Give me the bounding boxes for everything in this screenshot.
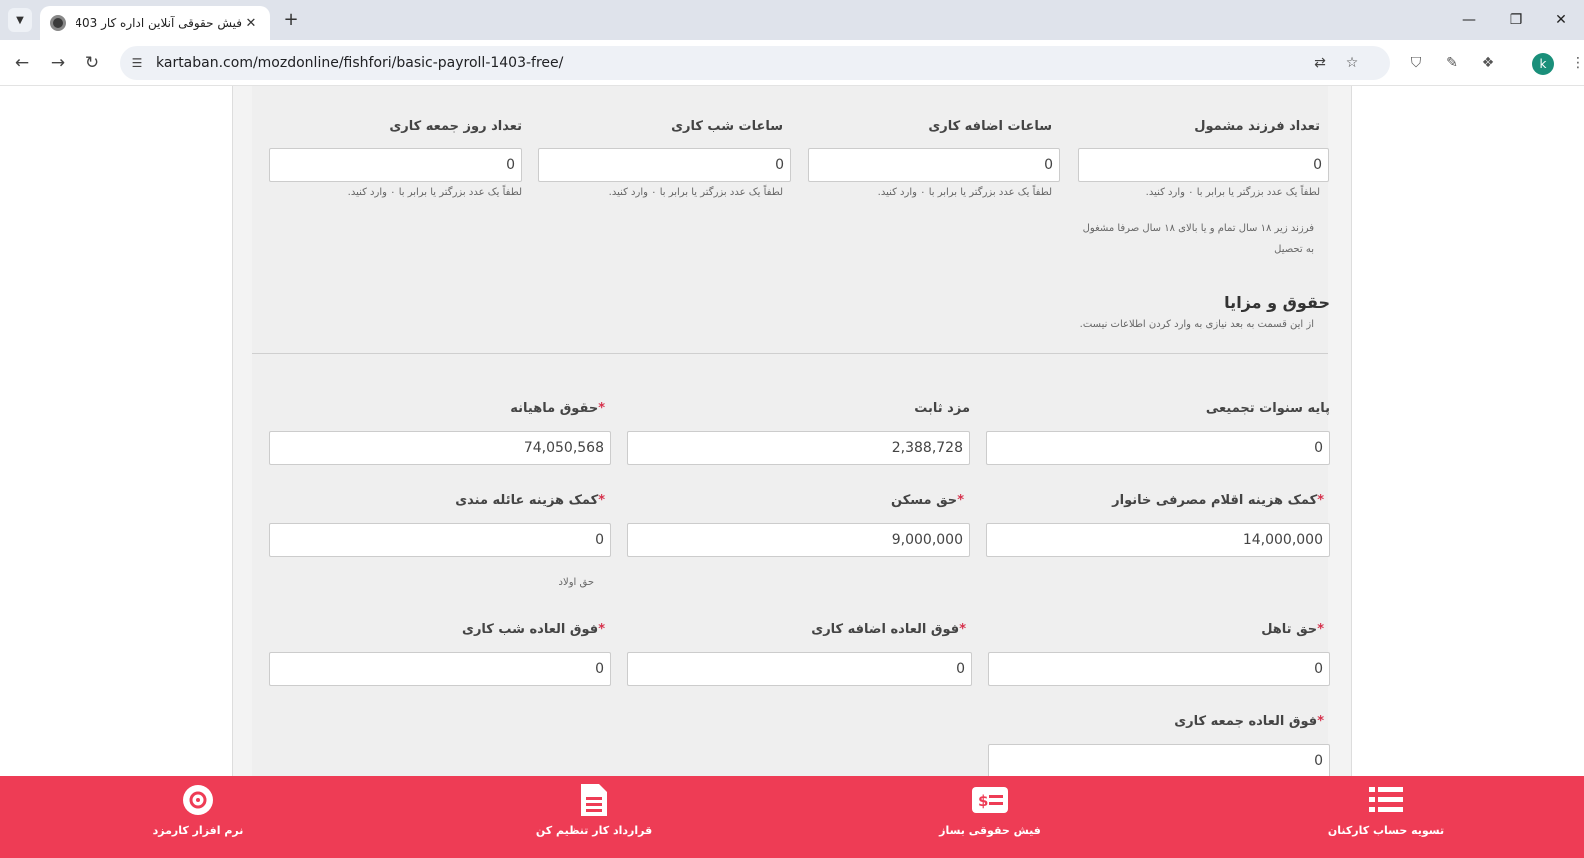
payslip-label: فیش حقوقی بساز bbox=[939, 824, 1041, 837]
star-icon[interactable]: ☆ bbox=[1342, 53, 1362, 73]
monthly-salary-label: *حقوق ماهیانه bbox=[510, 401, 611, 416]
overtime-pay-label: *فوق العاده اضافه کاری bbox=[811, 622, 972, 637]
household-allowance-label-text: کمک هزینه اقلام مصرفی خانوار bbox=[1112, 493, 1318, 508]
fixed-wage-label: مزد ثابت bbox=[914, 401, 970, 416]
puzzle-icon[interactable]: ❖ bbox=[1478, 53, 1498, 73]
browser-toolbar: ← → ↻ ☰ kartaban.com/mozdonline/fishfori… bbox=[0, 40, 1584, 86]
settlement-label: تسویه حساب کارکنان bbox=[1327, 824, 1445, 837]
children-count-input[interactable] bbox=[1078, 148, 1329, 182]
commission-software-link[interactable]: نرم افزار کارمزد bbox=[78, 776, 318, 858]
marriage-allowance-label-text: حق تاهل bbox=[1261, 622, 1318, 637]
money-slip-icon: $ bbox=[972, 784, 1008, 816]
translate-icon[interactable]: ⇄ bbox=[1310, 53, 1330, 73]
restore-icon[interactable]: ❐ bbox=[1505, 9, 1527, 31]
overtime-hours-help: لطفاً یک عدد بزرگتر یا برابر با ۰ وارد ک… bbox=[877, 187, 1052, 198]
friday-pay-label: *فوق العاده جمعه کاری bbox=[1174, 714, 1330, 729]
family-allowance-label: *کمک هزینه عائله مندی bbox=[455, 493, 611, 508]
shield-extension-icon[interactable]: ⛉ bbox=[1406, 53, 1426, 73]
contract-label: قرارداد کار تنظیم کن bbox=[535, 824, 653, 837]
document-icon bbox=[576, 784, 612, 816]
required-mark: * bbox=[959, 622, 966, 637]
section-subtitle: از این قسمت به بعد نیازی به وارد کردن اط… bbox=[1079, 319, 1314, 330]
family-allowance-help: حق اولاد bbox=[558, 577, 594, 588]
required-mark: * bbox=[957, 493, 964, 508]
children-count-help: لطفاً یک عدد بزرگتر یا برابر با ۰ وارد ک… bbox=[1145, 187, 1320, 198]
svg-text:$: $ bbox=[978, 792, 988, 810]
friday-days-help: لطفاً یک عدد بزرگتر یا برابر با ۰ وارد ک… bbox=[347, 187, 522, 198]
tool-extension-icon[interactable]: ✎ bbox=[1442, 53, 1462, 73]
overtime-hours-input[interactable] bbox=[808, 148, 1060, 182]
section-title: حقوق و مزایا bbox=[1224, 293, 1330, 312]
plus-icon[interactable]: + bbox=[280, 9, 302, 31]
night-pay-label-text: فوق العاده شب کاری bbox=[462, 622, 599, 637]
night-pay-label: *فوق العاده شب کاری bbox=[462, 622, 611, 637]
seniority-base-label: پایه سنوات تجمیعی bbox=[1205, 401, 1330, 416]
friday-pay-label-text: فوق العاده جمعه کاری bbox=[1174, 714, 1318, 729]
payslip-link[interactable]: $ فیش حقوقی بساز bbox=[870, 776, 1110, 858]
seniority-base-input[interactable] bbox=[986, 431, 1330, 465]
contract-link[interactable]: قرارداد کار تنظیم کن bbox=[474, 776, 714, 858]
required-mark: * bbox=[1317, 714, 1324, 729]
browser-tab-strip: ▼ فیش حقوقی آنلاین اداره کار 1403 ✕ + — … bbox=[0, 0, 1584, 40]
required-mark: * bbox=[1317, 622, 1324, 637]
children-note-line1: فرزند زیر ۱۸ سال تمام و یا بالای ۱۸ سال … bbox=[1082, 223, 1314, 234]
marriage-allowance-label: *حق تاهل bbox=[1261, 622, 1330, 637]
monthly-salary-input[interactable] bbox=[269, 431, 611, 465]
minimize-icon[interactable]: — bbox=[1458, 9, 1480, 31]
household-allowance-label: *کمک هزینه اقلام مصرفی خانوار bbox=[1112, 493, 1330, 508]
night-hours-label: ساعات شب کاری bbox=[671, 119, 783, 134]
browser-tab-active[interactable]: فیش حقوقی آنلاین اداره کار 1403 ✕ bbox=[40, 6, 270, 40]
overtime-hours-label: ساعات اضافه کاری bbox=[928, 119, 1052, 134]
back-arrow-icon[interactable]: ← bbox=[10, 51, 34, 75]
friday-pay-input[interactable] bbox=[988, 744, 1330, 778]
address-bar[interactable]: ☰ kartaban.com/mozdonline/fishfori/basic… bbox=[120, 46, 1390, 80]
page-viewport: تعداد فرزند مشمول لطفاً یک عدد بزرگتر یا… bbox=[0, 86, 1584, 858]
close-icon[interactable]: ✕ bbox=[242, 16, 260, 31]
tab-title: فیش حقوقی آنلاین اداره کار 1403 bbox=[76, 16, 242, 30]
list-icon bbox=[1368, 784, 1404, 816]
chevron-down-icon[interactable]: ▼ bbox=[8, 8, 32, 32]
reload-icon[interactable]: ↻ bbox=[80, 51, 104, 75]
night-hours-help: لطفاً یک عدد بزرگتر یا برابر با ۰ وارد ک… bbox=[608, 187, 783, 198]
friday-days-input[interactable] bbox=[269, 148, 522, 182]
bottom-action-bar: تسویه حساب کارکنان $ فیش حقوقی بساز قرار… bbox=[0, 776, 1584, 858]
overtime-pay-input[interactable] bbox=[627, 652, 972, 686]
housing-allowance-label-text: حق مسکن bbox=[891, 493, 958, 508]
overtime-pay-label-text: فوق العاده اضافه کاری bbox=[811, 622, 960, 637]
section-divider bbox=[252, 353, 1328, 354]
required-mark: * bbox=[1317, 493, 1324, 508]
children-count-label: تعداد فرزند مشمول bbox=[1194, 119, 1320, 134]
close-window-icon[interactable]: ✕ bbox=[1550, 9, 1572, 31]
fixed-wage-input[interactable] bbox=[627, 431, 970, 465]
required-mark: * bbox=[598, 622, 605, 637]
settlement-link[interactable]: تسویه حساب کارکنان bbox=[1266, 776, 1506, 858]
commission-software-label: نرم افزار کارمزد bbox=[152, 824, 244, 837]
site-settings-icon[interactable]: ☰ bbox=[128, 54, 146, 72]
marriage-allowance-input[interactable] bbox=[988, 652, 1330, 686]
payroll-form bbox=[252, 86, 1328, 858]
profile-avatar[interactable]: k bbox=[1532, 53, 1554, 75]
monthly-salary-label-text: حقوق ماهیانه bbox=[510, 401, 599, 416]
disc-icon bbox=[180, 784, 216, 816]
housing-allowance-label: *حق مسکن bbox=[891, 493, 970, 508]
night-pay-input[interactable] bbox=[269, 652, 611, 686]
required-mark: * bbox=[598, 401, 605, 416]
family-allowance-label-text: کمک هزینه عائله مندی bbox=[455, 493, 599, 508]
family-allowance-input[interactable] bbox=[269, 523, 611, 557]
more-options-icon[interactable]: ⋮ bbox=[1568, 53, 1584, 73]
household-allowance-input[interactable] bbox=[986, 523, 1330, 557]
friday-days-label: تعداد روز جمعه کاری bbox=[389, 119, 522, 134]
night-hours-input[interactable] bbox=[538, 148, 791, 182]
housing-allowance-input[interactable] bbox=[627, 523, 970, 557]
site-favicon-icon bbox=[50, 15, 66, 31]
forward-arrow-icon[interactable]: → bbox=[46, 51, 70, 75]
children-note-line2: به تحصیل bbox=[1274, 244, 1314, 255]
url-text[interactable]: kartaban.com/mozdonline/fishfori/basic-p… bbox=[156, 46, 563, 80]
required-mark: * bbox=[598, 493, 605, 508]
